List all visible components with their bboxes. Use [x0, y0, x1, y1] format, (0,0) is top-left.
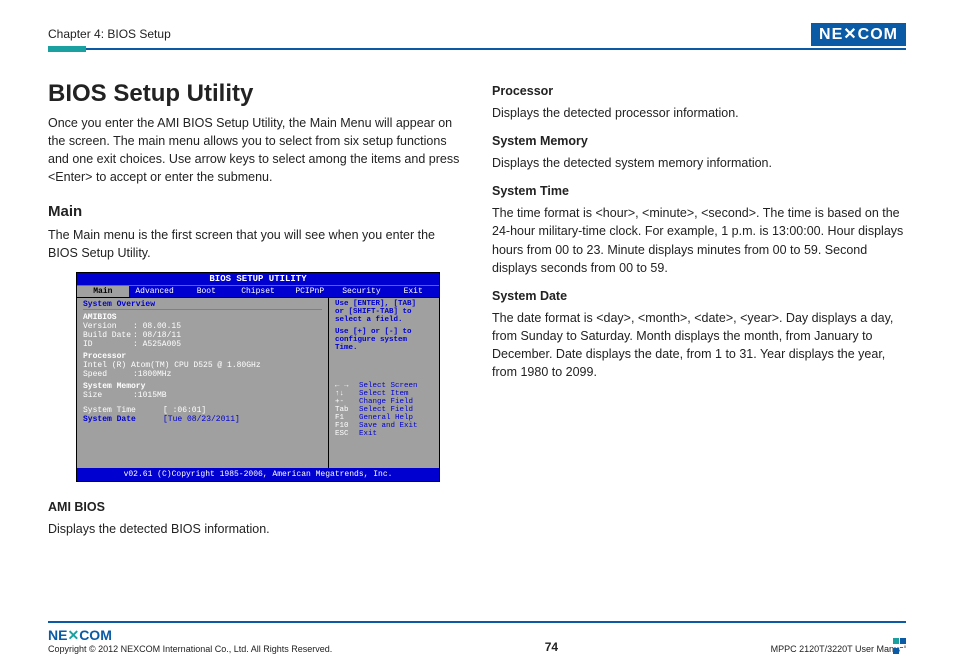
bios-build-val: : 08/18/11 — [133, 331, 181, 340]
page-footer: NE✕COM Copyright © 2012 NEXCOM Internati… — [48, 621, 906, 654]
bios-tab-main: Main — [77, 286, 129, 297]
bios-hint-line: or [SHIFT-TAB] to — [335, 308, 433, 316]
footer-logo: NE✕COM — [48, 627, 332, 644]
bios-version-key: Version — [83, 322, 133, 331]
bios-nav-key: ← → — [335, 382, 359, 390]
bios-nav-help: ← →Select Screen ↑↓Select Item +-Change … — [335, 382, 433, 438]
bios-nav-key: F10 — [335, 422, 359, 430]
bios-tab-chipset: Chipset — [232, 286, 284, 297]
sysmem-paragraph: Displays the detected system memory info… — [492, 154, 906, 172]
bios-size-key: Size — [83, 391, 133, 400]
header-rule — [48, 48, 906, 50]
bios-build-key: Build Date — [83, 331, 133, 340]
bios-tab-exit: Exit — [387, 286, 439, 297]
bios-sysdate-val: [Tue 08/23/2011] — [163, 415, 240, 424]
footer-decoration-icon — [892, 636, 906, 656]
bios-screenshot: BIOS SETUP UTILITY Main Advanced Boot Ch… — [76, 272, 440, 482]
page-title: BIOS Setup Utility — [48, 80, 462, 108]
footer-right: MPPC 2120T/3220T User Manual — [771, 644, 906, 654]
bios-nav-val: Select Screen — [359, 382, 418, 390]
bios-hint-line: Use [+] or [-] to — [335, 328, 433, 336]
bios-nav-key: +- — [335, 398, 359, 406]
systime-heading: System Time — [492, 184, 906, 198]
bios-hint-line: Use [ENTER], [TAB] — [335, 300, 433, 308]
bios-nav-val: Save and Exit — [359, 422, 418, 430]
bios-version-val: : 08.00.15 — [133, 322, 181, 331]
bios-id-key: ID — [83, 340, 133, 349]
bios-nav-val: Exit — [359, 430, 377, 438]
bios-speed-key: Speed — [83, 370, 133, 379]
bios-nav-key: Tab — [335, 406, 359, 414]
bios-nav-val: Change Field — [359, 398, 413, 406]
footer-copyright: Copyright © 2012 NEXCOM International Co… — [48, 644, 332, 654]
amibios-paragraph: Displays the detected BIOS information. — [48, 520, 462, 538]
bios-footer: v02.61 (C)Copyright 1985-2006, American … — [77, 468, 439, 481]
bios-tab-boot: Boot — [180, 286, 232, 297]
bios-size-val: :1015MB — [133, 391, 167, 400]
main-paragraph: The Main menu is the first screen that y… — [48, 226, 462, 262]
page-header: Chapter 4: BIOS Setup NE✕COM — [48, 24, 906, 44]
main-heading: Main — [48, 203, 462, 220]
sysmem-heading: System Memory — [492, 134, 906, 148]
left-column: BIOS Setup Utility Once you enter the AM… — [48, 80, 462, 548]
bios-hint-line: configure system Time. — [335, 336, 433, 352]
bios-nav-key: ↑↓ — [335, 390, 359, 398]
systime-paragraph: The time format is <hour>, <minute>, <se… — [492, 204, 906, 277]
bios-speed-val: :1800MHz — [133, 370, 171, 379]
bios-nav-key: ESC — [335, 430, 359, 438]
intro-paragraph: Once you enter the AMI BIOS Setup Utilit… — [48, 114, 462, 187]
bios-right-pane: Use [ENTER], [TAB] or [SHIFT-TAB] to sel… — [329, 298, 439, 468]
bios-nav-val: Select Field — [359, 406, 413, 414]
bios-tab-pcipnp: PCIPnP — [284, 286, 336, 297]
processor-paragraph: Displays the detected processor informat… — [492, 104, 906, 122]
bios-processor-val: Intel (R) Atom(TM) CPU D525 @ 1.80GHz — [83, 361, 261, 370]
footer-manual: MPPC 2120T/3220T User Manual — [771, 644, 906, 654]
bios-id-val: : A525A005 — [133, 340, 181, 349]
bios-hint-line: select a field. — [335, 316, 433, 324]
bios-overview: System Overview — [83, 300, 322, 310]
processor-heading: Processor — [492, 84, 906, 98]
bios-left-pane: System Overview AMIBIOS Version: 08.00.1… — [77, 298, 329, 468]
bios-amibios-head: AMIBIOS — [83, 313, 322, 322]
bios-nav-val: Select Item — [359, 390, 409, 398]
sysdate-paragraph: The date format is <day>, <month>, <date… — [492, 309, 906, 382]
bios-tabs: Main Advanced Boot Chipset PCIPnP Securi… — [77, 285, 439, 298]
bios-systime-val: [ :06:01] — [163, 406, 206, 415]
footer-left: NE✕COM Copyright © 2012 NEXCOM Internati… — [48, 627, 332, 654]
brand-logo: NE✕COM — [811, 24, 906, 44]
bios-tab-security: Security — [336, 286, 388, 297]
right-column: Processor Displays the detected processo… — [492, 80, 906, 548]
bios-nav-key: F1 — [335, 414, 359, 422]
bios-systime-key: System Time — [83, 406, 163, 415]
bios-tab-advanced: Advanced — [129, 286, 181, 297]
amibios-heading: AMI BIOS — [48, 500, 462, 514]
page-number: 74 — [545, 640, 558, 654]
chapter-label: Chapter 4: BIOS Setup — [48, 27, 171, 41]
bios-nav-val: General Help — [359, 414, 413, 422]
bios-sysdate-key: System Date — [83, 415, 163, 424]
bios-sysmem-head: System Memory — [83, 382, 322, 391]
sysdate-heading: System Date — [492, 289, 906, 303]
bios-processor-head: Processor — [83, 352, 322, 361]
bios-title: BIOS SETUP UTILITY — [77, 273, 439, 285]
